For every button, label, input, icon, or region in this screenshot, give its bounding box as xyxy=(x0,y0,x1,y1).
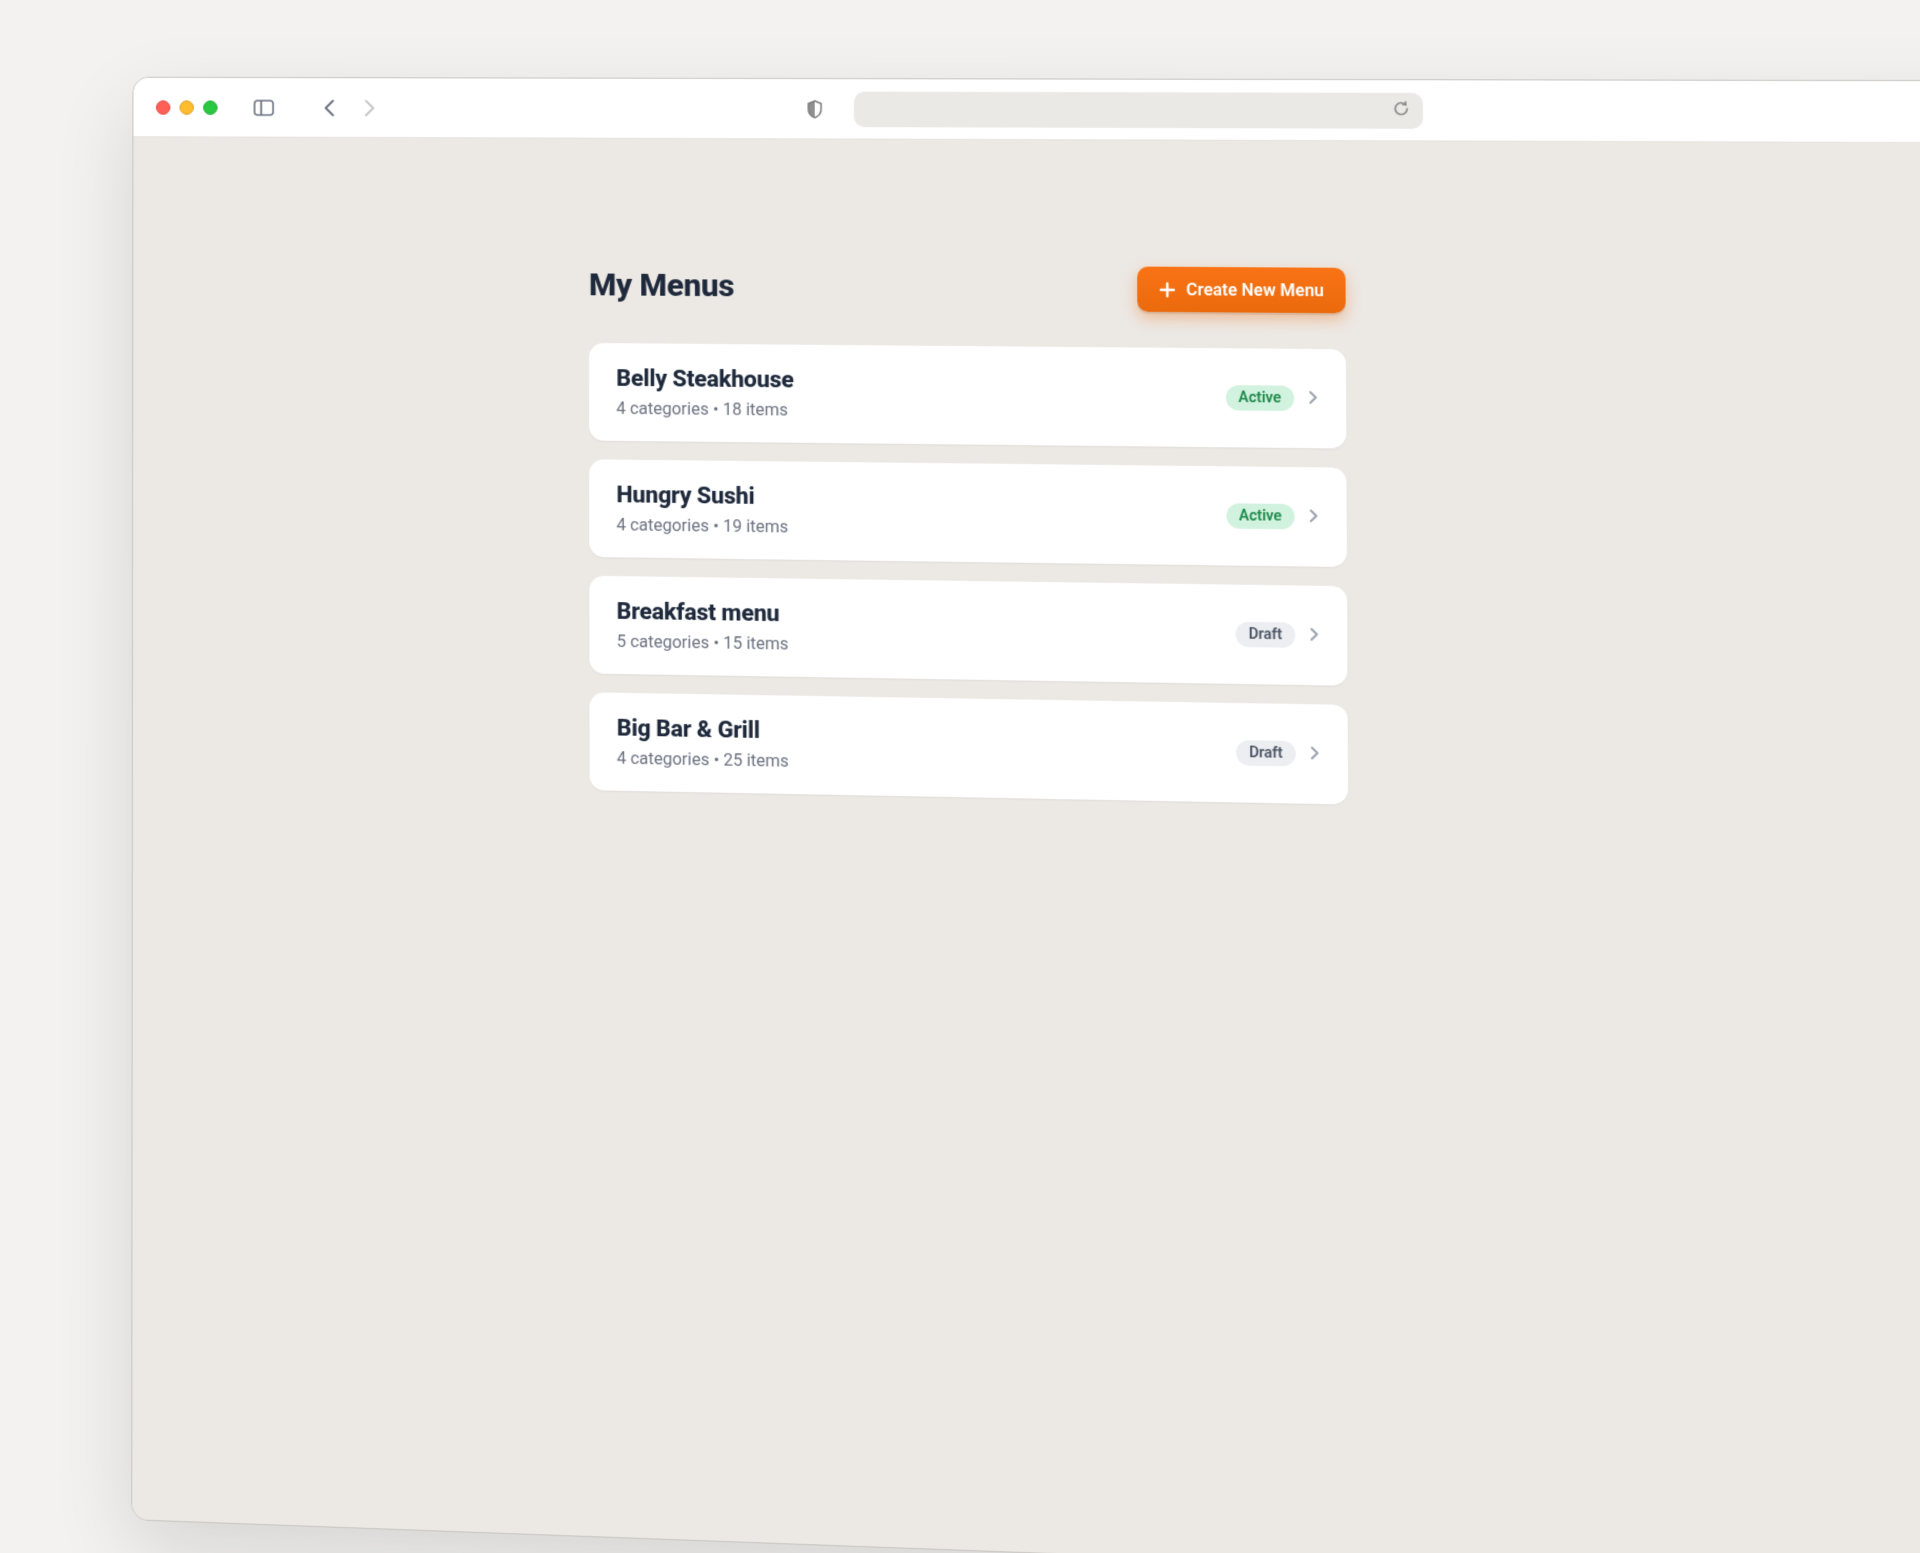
menu-subtitle: 4 categories • 25 items xyxy=(617,748,789,771)
window-controls xyxy=(156,100,218,115)
minimize-window-button[interactable] xyxy=(180,100,194,114)
status-badge: Active xyxy=(1226,503,1295,529)
menu-card[interactable]: Breakfast menu 5 categories • 15 items D… xyxy=(589,576,1347,686)
fullscreen-window-button[interactable] xyxy=(203,100,217,114)
page-title: My Menus xyxy=(589,267,734,304)
create-button-label: Create New Menu xyxy=(1186,279,1324,300)
reload-icon xyxy=(1392,100,1409,117)
create-new-menu-button[interactable]: Create New Menu xyxy=(1137,267,1346,314)
menu-name: Big Bar & Grill xyxy=(617,716,789,745)
privacy-shield-button[interactable] xyxy=(799,93,831,124)
status-badge: Draft xyxy=(1236,740,1296,766)
nav-back-button[interactable] xyxy=(314,92,345,123)
status-badge: Draft xyxy=(1235,622,1295,648)
status-badge: Active xyxy=(1225,385,1294,411)
chevron-right-icon xyxy=(1308,625,1319,645)
chevron-left-icon xyxy=(323,98,337,117)
sidebar-icon xyxy=(254,99,275,115)
menu-name: Belly Steakhouse xyxy=(616,366,794,394)
nav-forward-button[interactable] xyxy=(354,92,385,123)
url-bar[interactable] xyxy=(854,91,1423,128)
menu-name: Hungry Sushi xyxy=(616,482,788,510)
menu-subtitle: 5 categories • 15 items xyxy=(617,631,789,653)
menu-card[interactable]: Big Bar & Grill 4 categories • 25 items … xyxy=(589,692,1348,804)
chevron-right-icon xyxy=(1307,388,1318,408)
menu-subtitle: 4 categories • 18 items xyxy=(616,398,794,420)
chevron-right-icon xyxy=(362,98,376,117)
menu-subtitle: 4 categories • 19 items xyxy=(616,515,788,537)
reload-button[interactable] xyxy=(1392,100,1410,121)
browser-titlebar xyxy=(133,78,1920,144)
page-header: My Menus Create New Menu xyxy=(589,263,1346,313)
menu-name: Breakfast menu xyxy=(617,599,789,628)
browser-window: My Menus Create New Menu Belly Steakhous… xyxy=(131,77,1920,1553)
plus-icon xyxy=(1158,281,1175,298)
chevron-right-icon xyxy=(1309,744,1320,764)
menu-card[interactable]: Belly Steakhouse 4 categories • 18 items… xyxy=(589,343,1346,449)
chevron-right-icon xyxy=(1308,507,1319,527)
close-window-button[interactable] xyxy=(156,100,170,114)
page-content: My Menus Create New Menu Belly Steakhous… xyxy=(132,137,1920,1553)
sidebar-toggle-button[interactable] xyxy=(248,92,279,123)
menu-list: Belly Steakhouse 4 categories • 18 items… xyxy=(589,343,1348,805)
content-container: My Menus Create New Menu Belly Steakhous… xyxy=(589,263,1348,804)
shield-icon xyxy=(806,99,823,118)
menu-card[interactable]: Hungry Sushi 4 categories • 19 items Act… xyxy=(589,459,1347,567)
